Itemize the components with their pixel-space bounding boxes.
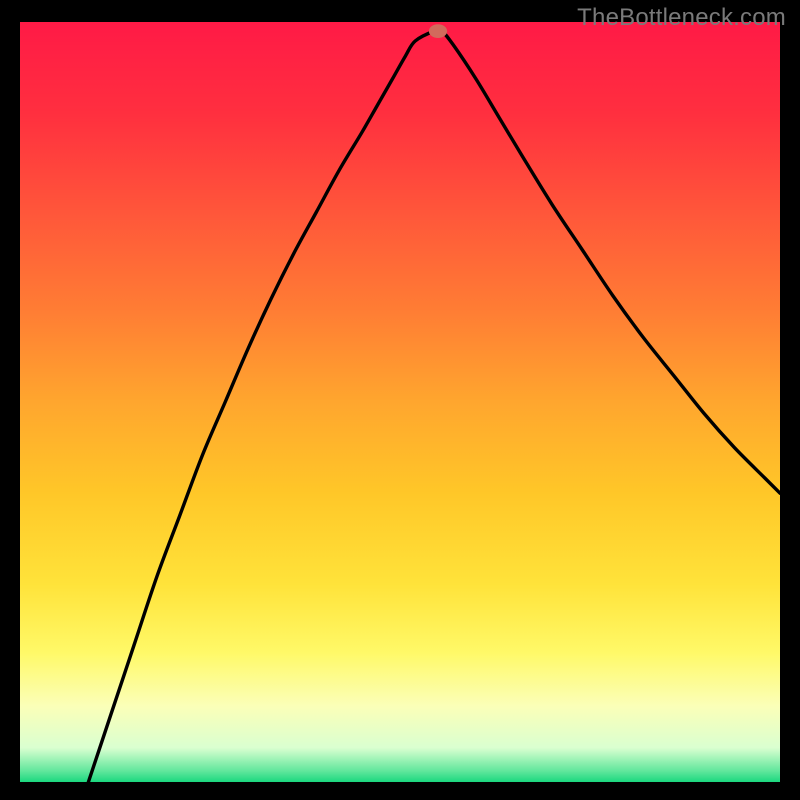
optimal-point-marker	[429, 24, 447, 38]
watermark-label: TheBottleneck.com	[577, 4, 786, 32]
chart-svg	[20, 22, 780, 782]
chart-frame: TheBottleneck.com	[0, 0, 800, 800]
plot-area	[20, 22, 780, 782]
chart-background	[20, 22, 780, 782]
